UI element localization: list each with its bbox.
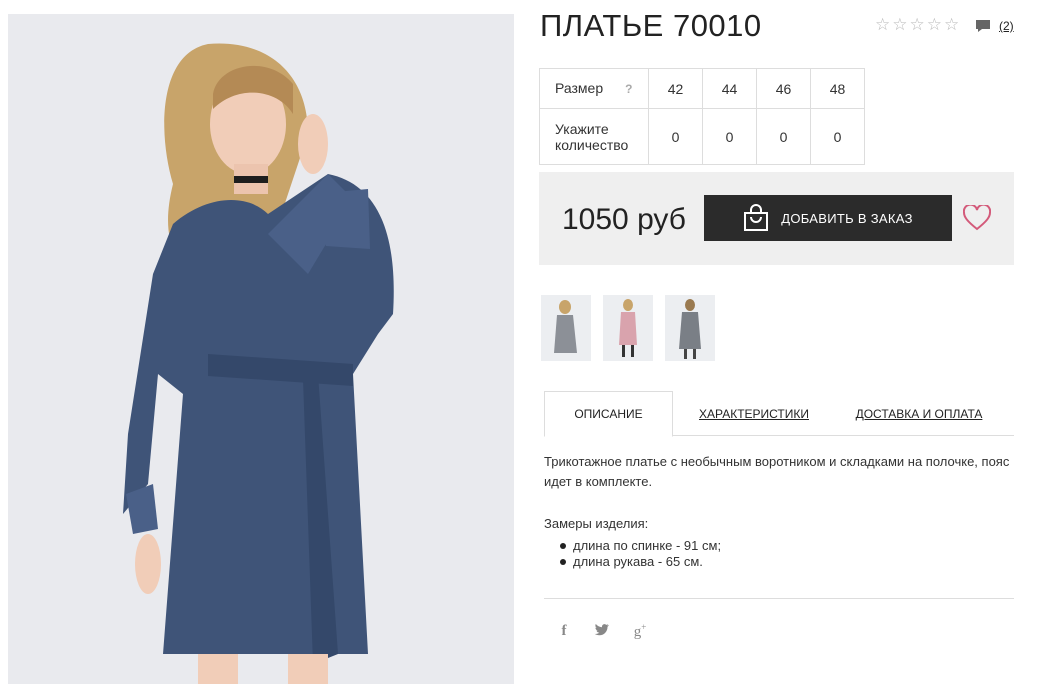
star-icon[interactable]: ☆ [892, 16, 907, 33]
size-label-cell: Размер? [539, 68, 649, 109]
tab-delivery-payment[interactable]: ДОСТАВКА И ОПЛАТА [854, 391, 984, 436]
star-icon[interactable]: ☆ [910, 16, 925, 33]
quantity-label: Укажите количество [539, 108, 649, 165]
thumbnail-3[interactable] [665, 295, 715, 361]
add-to-order-label: ДОБАВИТЬ В ЗАКАЗ [781, 210, 913, 226]
size-cell: 48 [810, 68, 865, 109]
size-cell: 44 [702, 68, 757, 109]
product-description: Трикотажное платье с необычным воротнико… [544, 454, 1010, 489]
star-icon[interactable]: ☆ [875, 16, 890, 33]
tab-description[interactable]: ОПИСАНИЕ [544, 391, 673, 437]
size-label: Размер [555, 80, 604, 96]
product-tabs: ОПИСАНИЕ ХАРАКТЕРИСТИКИ ДОСТАВКА И ОПЛАТ… [544, 391, 1014, 437]
star-icon[interactable]: ☆ [944, 16, 959, 33]
tab-characteristics[interactable]: ХАРАКТЕРИСТИКИ [694, 391, 814, 436]
size-cell: 46 [756, 68, 811, 109]
divider [544, 598, 1014, 599]
heart-icon[interactable] [963, 205, 991, 231]
quantity-input[interactable]: 0 [648, 108, 703, 165]
twitter-icon[interactable] [594, 623, 610, 641]
product-title: ПЛАТЬЕ 70010 [540, 8, 762, 43]
thumbnail-2[interactable] [603, 295, 653, 361]
size-quantity-table: Размер? 42 44 46 48 Укажите количество 0… [539, 68, 865, 165]
rating-stars[interactable]: ☆ ☆ ☆ ☆ ☆ [875, 16, 959, 33]
reviews-count-link[interactable]: (2) [999, 19, 1014, 33]
social-share: f g+ [556, 622, 648, 641]
thumbnail-1[interactable] [541, 295, 591, 361]
star-icon[interactable]: ☆ [927, 16, 942, 33]
shopping-bag-icon [744, 204, 769, 231]
quantity-input[interactable]: 0 [702, 108, 757, 165]
quantity-row: Укажите количество 0 0 0 0 [539, 108, 865, 165]
facebook-icon[interactable]: f [556, 623, 572, 640]
measures-title: Замеры изделия: [544, 516, 649, 531]
quantity-input[interactable]: 0 [756, 108, 811, 165]
model-illustration [8, 14, 514, 684]
thumbnail-gallery [541, 295, 715, 361]
price: 1050 руб [562, 203, 686, 236]
measures-list: длина по спинке - 91 см; длина рукава - … [559, 538, 721, 570]
quantity-input[interactable]: 0 [810, 108, 865, 165]
list-item: длина рукава - 65 см. [559, 554, 721, 570]
google-plus-icon[interactable]: g+ [632, 622, 648, 641]
size-help-icon[interactable]: ? [625, 82, 632, 96]
size-row: Размер? 42 44 46 48 [539, 68, 865, 109]
list-item: длина по спинке - 91 см; [559, 538, 721, 554]
size-cell: 42 [648, 68, 703, 109]
price-box: 1050 руб ДОБАВИТЬ В ЗАКАЗ [539, 172, 1014, 265]
main-product-photo[interactable] [8, 14, 514, 684]
add-to-order-button[interactable]: ДОБАВИТЬ В ЗАКАЗ [704, 195, 952, 241]
comment-icon[interactable] [975, 19, 991, 33]
